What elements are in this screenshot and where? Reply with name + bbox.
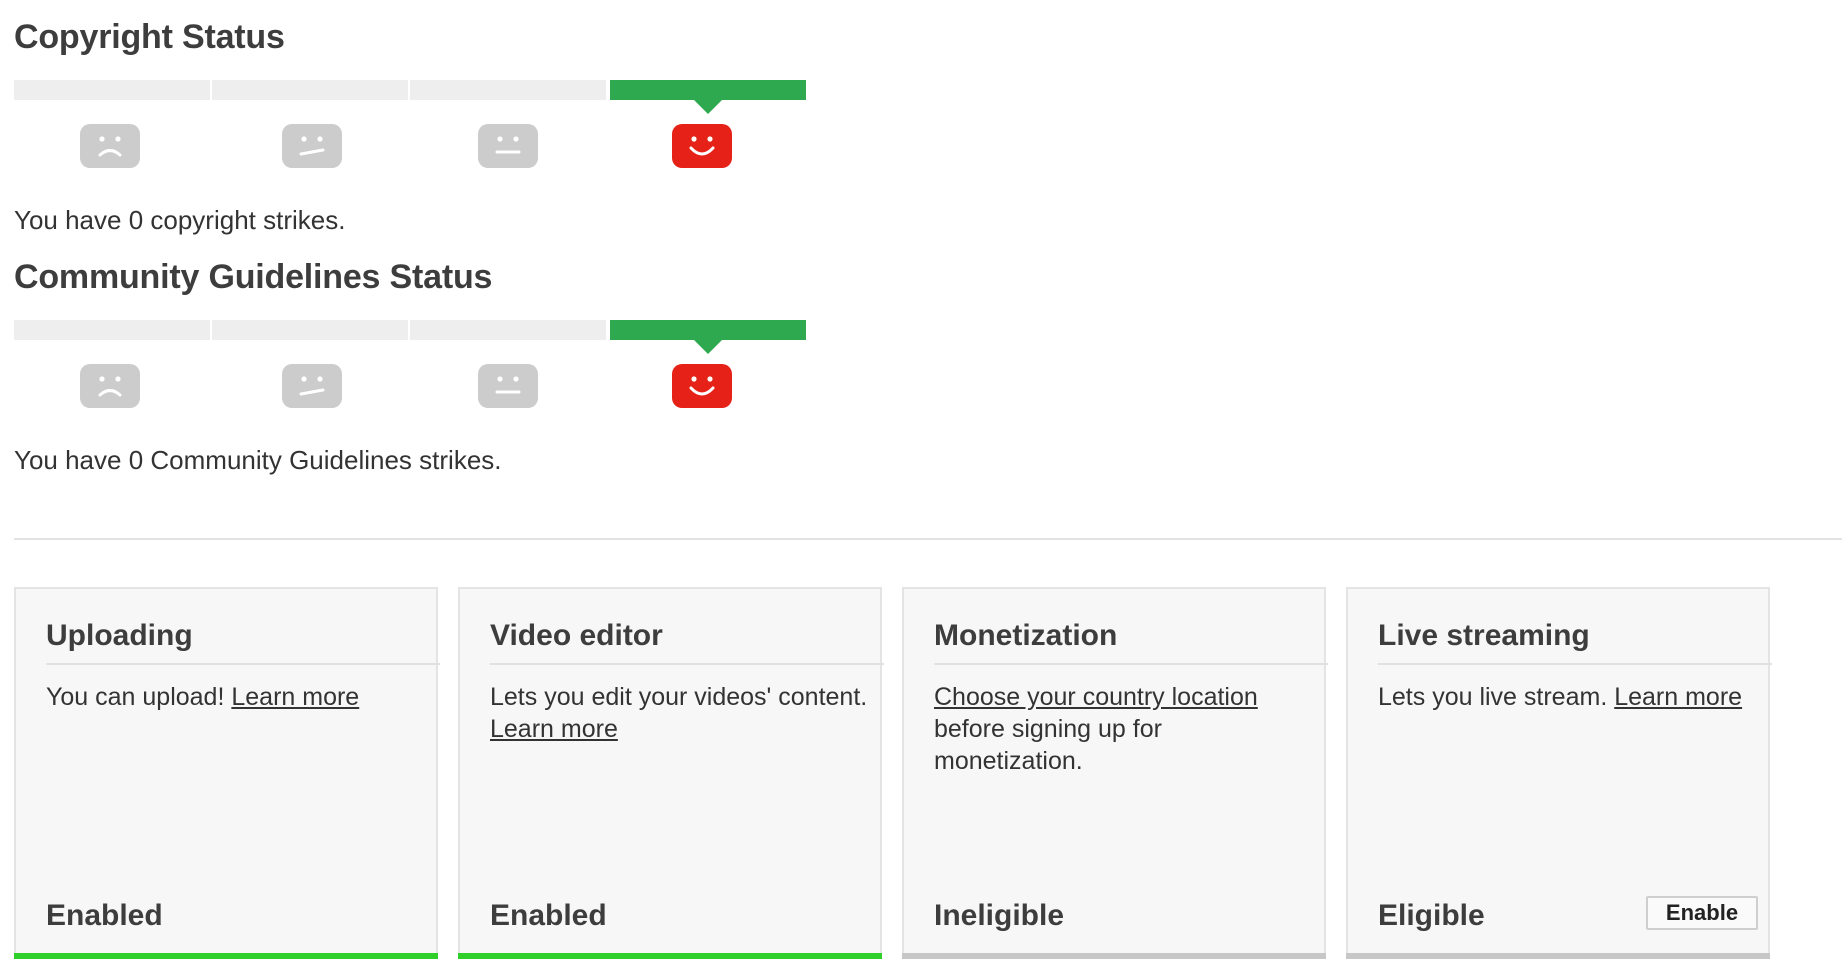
copyright-segment-1 <box>14 80 210 100</box>
copyright-segment-4-current <box>610 80 806 114</box>
card-title: Monetization <box>934 619 1118 652</box>
copyright-status-title: Copyright Status <box>14 18 285 56</box>
card-status: Eligible <box>1378 899 1485 932</box>
card-description: Choose your country location before signi… <box>934 681 1264 777</box>
neutral-face-icon <box>478 364 538 408</box>
sad-face-icon <box>80 364 140 408</box>
community-strike-meter <box>14 320 806 420</box>
card-rule <box>490 663 884 665</box>
card-title: Live streaming <box>1378 619 1590 652</box>
status-bar-enabled <box>458 953 882 959</box>
card-description: Lets you live stream. Learn more <box>1378 681 1758 713</box>
community-segment-3 <box>410 320 606 340</box>
card-status: Ineligible <box>934 899 1065 932</box>
status-bar-ineligible <box>902 953 1326 959</box>
feature-card-live-streaming: Live streaming Lets you live stream. Lea… <box>1346 587 1772 959</box>
happy-face-icon <box>672 364 732 408</box>
unsure-face-icon <box>282 124 342 168</box>
community-segment-4-current <box>610 320 806 354</box>
sad-face-icon <box>80 124 140 168</box>
enable-live-streaming-button[interactable]: Enable <box>1646 896 1758 930</box>
learn-more-link[interactable]: Learn more <box>490 715 618 743</box>
copyright-strike-count: You have 0 copyright strikes. <box>14 205 346 235</box>
choose-country-location-link[interactable]: Choose your country location <box>934 683 1258 711</box>
section-divider <box>14 538 1842 540</box>
card-description-text: before signing up for monetization. <box>934 715 1162 775</box>
card-description: Lets you edit your videos' content. Learn… <box>490 681 870 745</box>
card-rule <box>46 663 440 665</box>
unsure-face-icon <box>282 364 342 408</box>
feature-card-video-editor: Video editor Lets you edit your videos' … <box>458 587 884 959</box>
card-description-text: You can upload! <box>46 683 232 711</box>
status-bar-enabled <box>14 953 438 959</box>
community-guidelines-status-title: Community Guidelines Status <box>14 258 493 296</box>
card-title: Uploading <box>46 619 193 652</box>
card-rule <box>934 663 1328 665</box>
feature-card-uploading: Uploading You can upload! Learn more Ena… <box>14 587 440 959</box>
community-segment-1 <box>14 320 210 340</box>
copyright-segment-2 <box>212 80 408 100</box>
status-bar-eligible <box>1346 953 1770 959</box>
copyright-strike-meter <box>14 80 806 180</box>
copyright-segment-3 <box>410 80 606 100</box>
card-rule <box>1378 663 1772 665</box>
community-strike-count: You have 0 Community Guidelines strikes. <box>14 445 502 475</box>
learn-more-link[interactable]: Learn more <box>1614 683 1742 711</box>
happy-face-icon <box>672 124 732 168</box>
feature-card-monetization: Monetization Choose your country locatio… <box>902 587 1328 959</box>
card-description: You can upload! Learn more <box>46 681 426 713</box>
card-status: Enabled <box>490 899 607 932</box>
card-description-text: Lets you live stream. <box>1378 683 1615 711</box>
neutral-face-icon <box>478 124 538 168</box>
card-description-text: Lets you edit your videos' content. <box>490 683 868 711</box>
card-title: Video editor <box>490 619 663 652</box>
learn-more-link[interactable]: Learn more <box>231 683 359 711</box>
card-status: Enabled <box>46 899 163 932</box>
community-segment-2 <box>212 320 408 340</box>
